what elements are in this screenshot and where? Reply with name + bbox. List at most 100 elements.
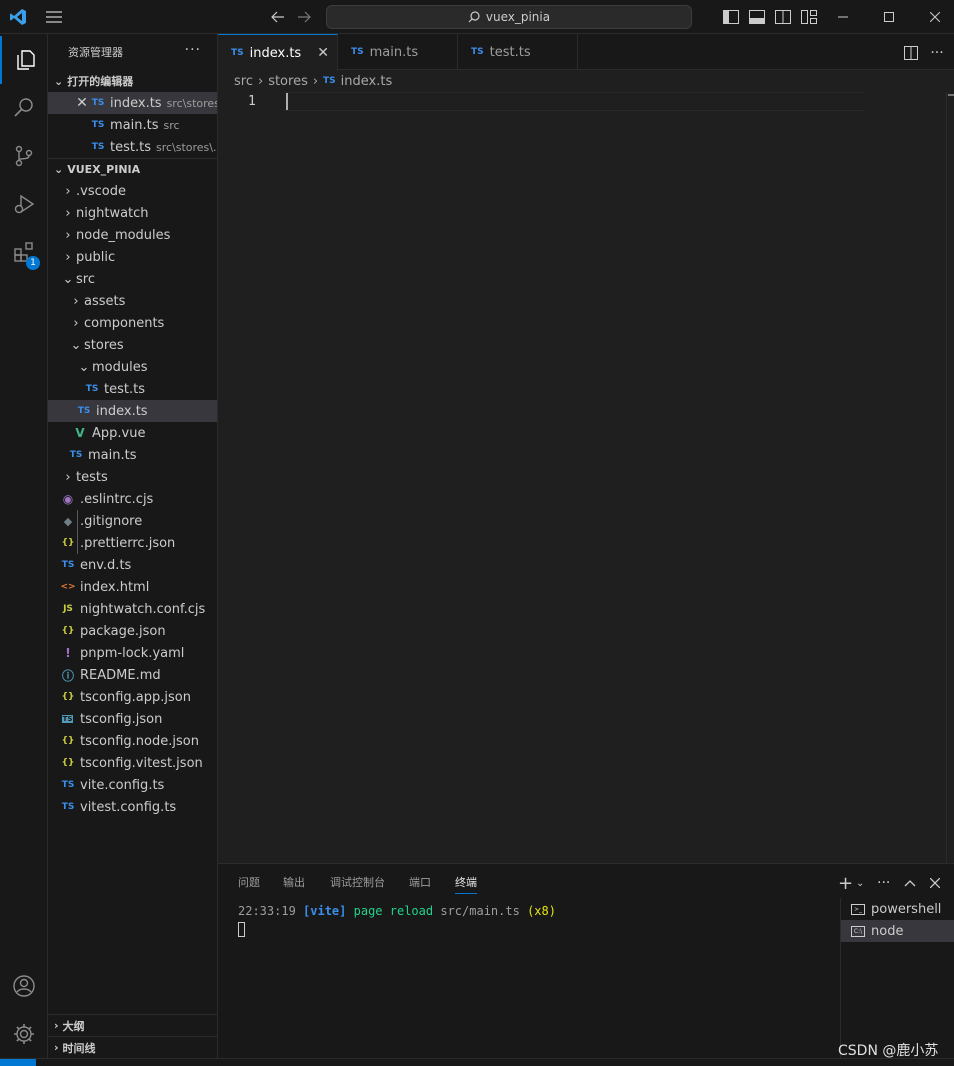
tree-item-label: pnpm-lock.yaml [80,645,185,661]
maximize-panel-icon[interactable] [904,874,916,892]
project-section-header[interactable]: ⌄ VUEX_PINIA [48,158,217,180]
tree-file[interactable]: ⓘ README.md [48,664,217,686]
minimize-button[interactable] [820,0,866,34]
settings-gear-icon[interactable] [0,1010,48,1058]
code-editor[interactable]: 1 [218,92,954,863]
close-window-button[interactable] [912,0,954,34]
eslint-file-icon: ◉ [62,492,74,506]
close-icon[interactable]: ✕ [74,95,90,111]
search-icon[interactable] [0,84,48,132]
tab-output[interactable]: 输出 [283,874,305,894]
typescript-file-icon: TS [323,76,336,86]
breadcrumb-item[interactable]: index.ts [341,74,393,89]
extensions-icon[interactable]: 1 [0,228,48,276]
tab-debug-console[interactable]: 调试控制台 [330,874,385,894]
editor-scrollbar[interactable] [946,92,954,863]
run-debug-icon[interactable] [0,180,48,228]
tree-file[interactable]: {} tsconfig.vitest.json [48,752,217,774]
timeline-section-header[interactable]: › 时间线 [48,1036,217,1058]
account-icon[interactable] [0,962,48,1010]
terminal-time: 22:33:19 [238,904,296,918]
vscode-logo-icon [9,8,27,26]
toggle-secondary-sidebar-icon[interactable] [774,8,792,26]
close-panel-icon[interactable] [930,874,940,892]
tree-folder[interactable]: › .vscode [48,180,217,202]
new-terminal-icon[interactable]: + [838,873,853,894]
tree-folder[interactable]: › assets [48,290,217,312]
tree-item-label: tsconfig.vitest.json [80,755,203,771]
toggle-primary-sidebar-icon[interactable] [722,8,740,26]
remote-indicator[interactable] [0,1059,36,1066]
tree-folder[interactable]: › public [48,246,217,268]
more-actions-icon[interactable]: ··· [877,874,890,892]
tree-folder[interactable]: › node_modules [48,224,217,246]
tree-file[interactable]: TS vitest.config.ts [48,796,217,818]
tree-file[interactable]: TS index.ts [48,400,217,422]
more-actions-icon[interactable]: ··· [185,42,201,58]
back-arrow-icon[interactable] [269,8,287,26]
tree-file[interactable]: TS main.ts [48,444,217,466]
toggle-panel-icon[interactable] [748,8,766,26]
terminal-item-node[interactable]: C:\ node [841,920,954,942]
status-bar [0,1058,954,1066]
tree-file[interactable]: <> index.html [48,576,217,598]
tree-file[interactable]: V App.vue [48,422,217,444]
customize-layout-icon[interactable] [800,8,818,26]
tree-folder[interactable]: ⌄ stores [48,334,217,356]
typescript-file-icon: TS [91,142,105,152]
tree-file[interactable]: {} tsconfig.node.json [48,730,217,752]
forward-arrow-icon[interactable] [295,8,313,26]
tree-item-label: .gitignore [80,513,143,529]
open-editor-desc: src\stores\... [155,140,217,154]
menu-icon[interactable] [45,8,63,26]
source-control-icon[interactable] [0,132,48,180]
tree-folder[interactable]: › tests [48,466,217,488]
tree-file[interactable]: ! pnpm-lock.yaml [48,642,217,664]
explorer-icon[interactable] [0,36,48,84]
open-editor-name: test.ts [110,139,151,155]
tree-file[interactable]: TS vite.config.ts [48,774,217,796]
tab-index-ts[interactable]: TS index.ts ✕ [218,34,338,71]
tab-terminal[interactable]: 终端 [455,874,477,894]
tree-file[interactable]: ◉ .eslintrc.cjs [48,488,217,510]
open-editor-item[interactable]: ✕ TS index.ts src\stores [48,92,217,114]
chevron-down-icon[interactable]: ⌄ [856,874,864,892]
project-label: VUEX_PINIA [67,163,141,176]
timeline-label: 时间线 [62,1041,96,1055]
tab-label: index.ts [249,45,302,61]
tree-file[interactable]: {} tsconfig.app.json [48,686,217,708]
terminal-item-powershell[interactable]: >_ powershell [841,898,954,920]
bottom-panel: 问题 输出 调试控制台 端口 终端 + ⌄ ··· 22:33:19 [vite… [218,863,954,1059]
tab-ports[interactable]: 端口 [409,874,431,894]
tree-file[interactable]: TS test.ts [48,378,217,400]
tree-file[interactable]: TS tsconfig.json [48,708,217,730]
tree-folder[interactable]: ⌄ src [48,268,217,290]
tree-file[interactable]: JS nightwatch.conf.cjs [48,598,217,620]
tree-folder[interactable]: › components [48,312,217,334]
outline-section-header[interactable]: › 大纲 [48,1014,217,1036]
split-editor-icon[interactable] [902,44,920,62]
chevron-right-icon: › [73,293,79,309]
command-center-search[interactable]: vuex_pinia [326,5,692,29]
tree-file[interactable]: ◆ .gitignore [48,510,217,532]
open-editor-item[interactable]: TS test.ts src\stores\... [48,136,217,158]
maximize-button[interactable] [866,0,912,34]
watermark: CSDN @鹿小苏 [838,1043,939,1059]
tree-folder[interactable]: › nightwatch [48,202,217,224]
close-icon[interactable]: ✕ [317,45,329,61]
tab-test-ts[interactable]: TS test.ts [458,34,578,70]
tree-file[interactable]: TS env.d.ts [48,554,217,576]
tab-problems[interactable]: 问题 [238,874,260,894]
tab-main-ts[interactable]: TS main.ts [338,34,458,70]
breadcrumb-item[interactable]: src [234,74,253,89]
tree-folder[interactable]: ⌄ modules [48,356,217,378]
open-editors-section-header[interactable]: ⌄ 打开的编辑器 [48,70,217,92]
tree-file[interactable]: {} package.json [48,620,217,642]
json-file-icon: {} [61,538,75,548]
tree-file[interactable]: {} .prettierrc.json [48,532,217,554]
open-editor-item[interactable]: TS main.ts src [48,114,217,136]
tree-item-label: tsconfig.node.json [80,733,199,749]
more-actions-icon[interactable]: ··· [928,44,946,62]
breadcrumb-item[interactable]: stores [268,74,308,89]
terminal-output[interactable]: 22:33:19 [vite] page reload src/main.ts … [238,904,556,918]
